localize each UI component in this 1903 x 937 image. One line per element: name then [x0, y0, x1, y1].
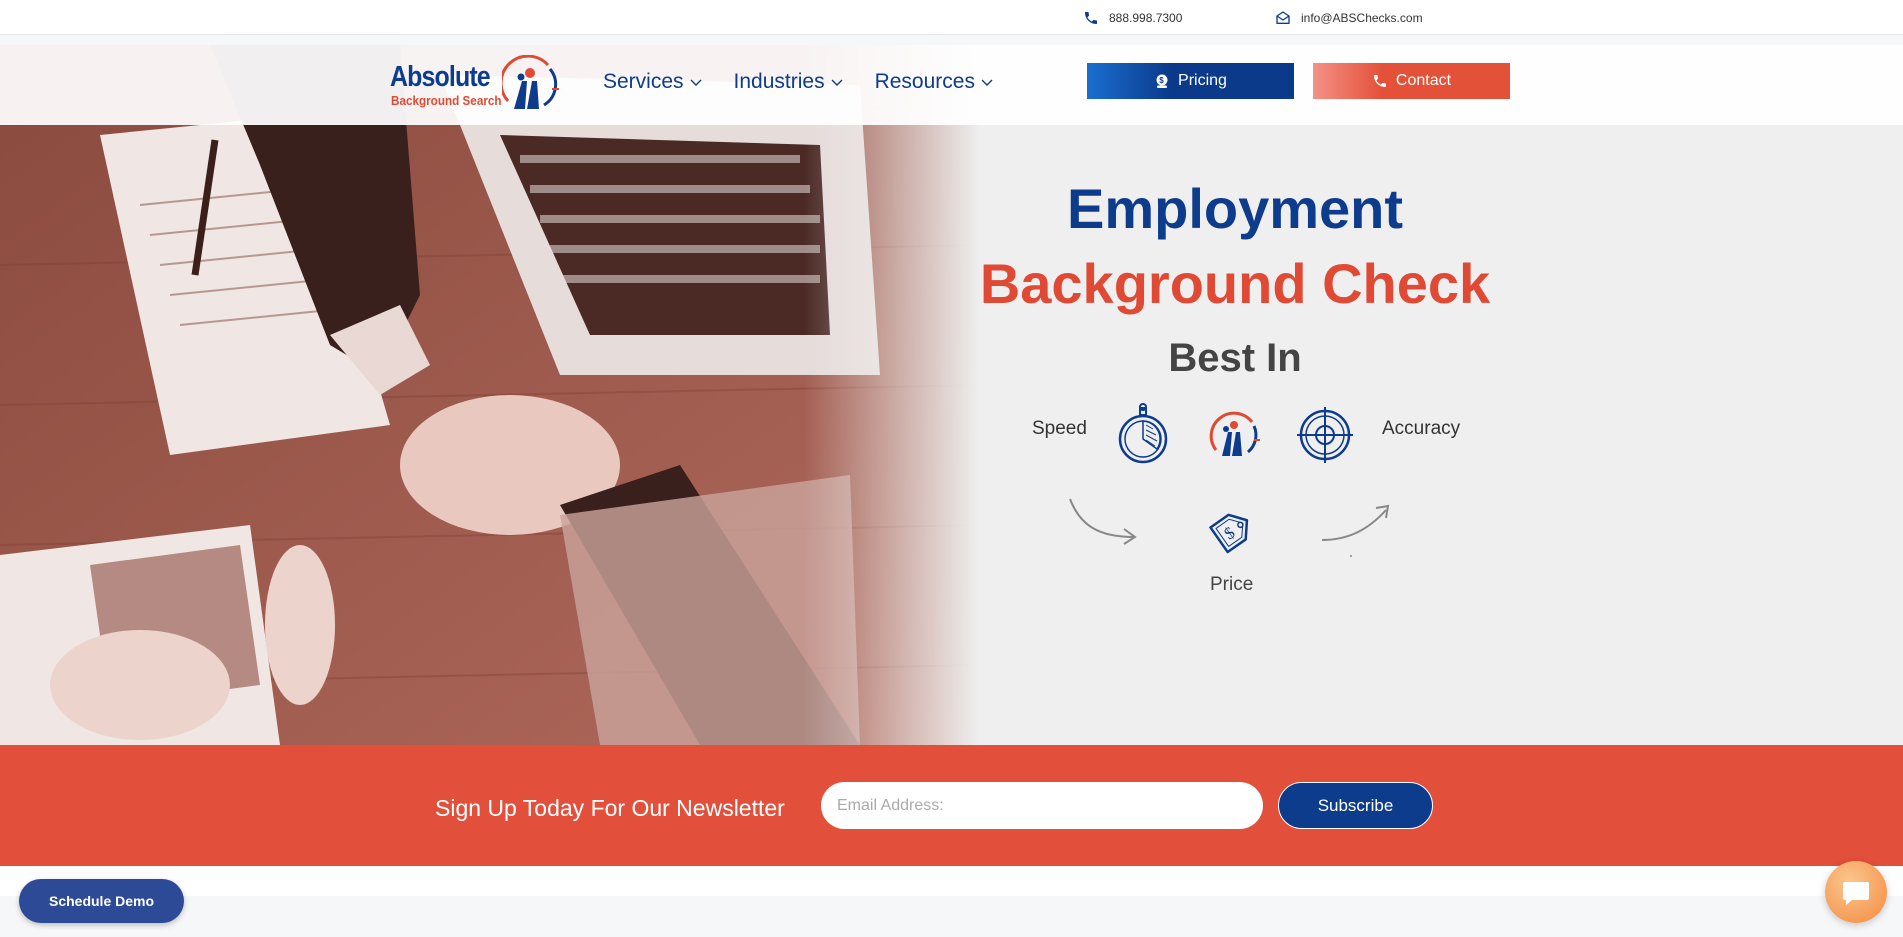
nav-industries-label: Industries — [733, 70, 825, 93]
newsletter-email-input[interactable] — [821, 782, 1263, 829]
svg-text:$: $ — [1220, 523, 1238, 543]
curved-arrow-right-icon — [1321, 504, 1390, 557]
chevron-down-icon — [831, 79, 843, 86]
pricing-button[interactable]: $ Pricing — [1087, 63, 1294, 99]
phone-icon — [1373, 75, 1386, 87]
chat-icon — [1843, 882, 1869, 905]
svg-text:$: $ — [1159, 76, 1164, 85]
newsletter-section: Sign Up Today For Our Newsletter Subscri… — [0, 745, 1903, 866]
hero-section: Employment Background Check Best In Spee… — [0, 45, 1903, 745]
stopwatch-icon — [1118, 403, 1168, 464]
nav-services[interactable]: Services — [603, 70, 702, 94]
brand-mark-icon — [1209, 411, 1260, 456]
contact-button-label: Contact — [1395, 72, 1452, 89]
contact-button[interactable]: Contact — [1313, 63, 1510, 99]
chat-widget-button[interactable] — [1825, 861, 1887, 923]
price-badge-icon: $ — [1156, 74, 1168, 88]
chevron-down-icon — [981, 79, 993, 86]
main-header: Absolute Background Search Services Indu… — [0, 45, 1903, 125]
logo-mark-icon — [502, 55, 559, 109]
feature-speed-label: Speed — [1032, 418, 1087, 439]
nav-services-label: Services — [603, 70, 684, 93]
phone-icon — [1085, 12, 1097, 24]
footer-strip — [0, 866, 1903, 896]
email-address[interactable]: info@ABSChecks.com — [1301, 11, 1423, 25]
price-tag-icon: $ — [1209, 513, 1249, 554]
schedule-demo-button[interactable]: Schedule Demo — [19, 879, 184, 923]
newsletter-title: Sign Up Today For Our Newsletter — [435, 795, 785, 821]
phone-contact[interactable]: 888.998.7300 — [1083, 10, 1182, 26]
mail-icon — [1276, 11, 1290, 24]
email-contact[interactable]: info@ABSChecks.com — [1275, 10, 1423, 26]
logo-word-background-search: Background Search — [391, 93, 502, 108]
feature-price-label: Price — [1210, 574, 1254, 595]
curved-arrow-left-icon — [1069, 498, 1137, 545]
hero-title-background-check: Background Check — [979, 252, 1491, 315]
hero-title-employment: Employment — [1066, 177, 1404, 240]
feature-accuracy-label: Accuracy — [1382, 418, 1461, 439]
subscribe-button[interactable]: Subscribe — [1278, 782, 1433, 829]
chevron-down-icon — [690, 79, 702, 86]
pricing-button-label: Pricing — [1178, 72, 1227, 89]
main-nav: Services Industries Resources — [603, 70, 993, 94]
top-contact-bar: 888.998.7300 info@ABSChecks.com — [0, 0, 1903, 35]
phone-number[interactable]: 888.998.7300 — [1109, 11, 1182, 25]
hero-best-in: Best In — [1168, 336, 1302, 380]
target-icon — [1297, 407, 1353, 463]
nav-resources-label: Resources — [874, 70, 975, 93]
nav-resources[interactable]: Resources — [875, 70, 993, 94]
site-logo[interactable]: Absolute Background Search — [390, 55, 560, 115]
logo-word-absolute: Absolute — [390, 61, 491, 93]
nav-industries[interactable]: Industries — [734, 70, 843, 94]
hero-handshake-image — [0, 45, 980, 745]
